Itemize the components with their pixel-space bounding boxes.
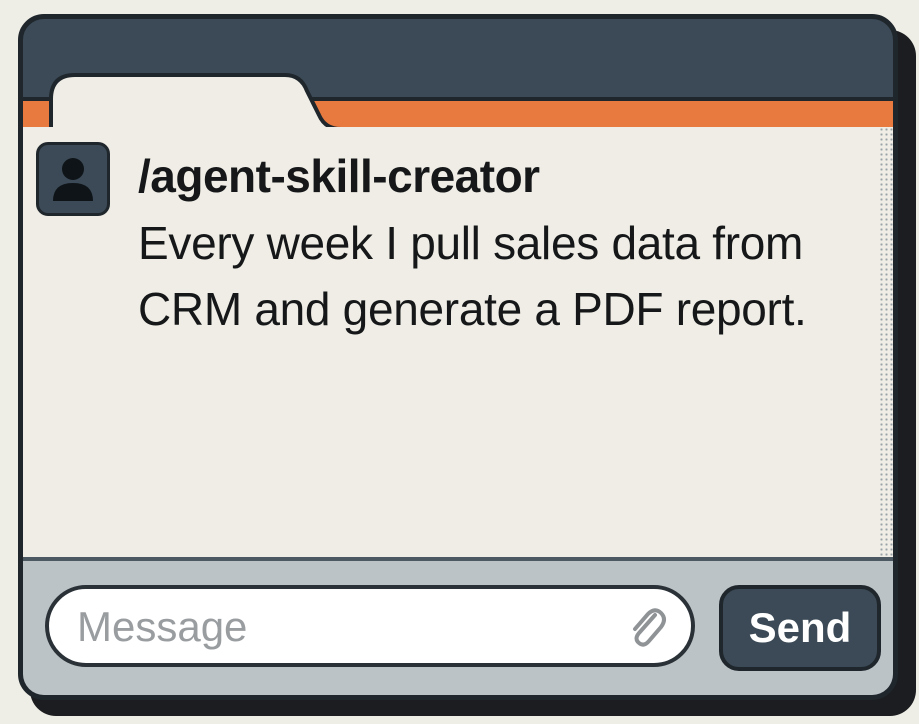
composer-bar: Send	[23, 557, 893, 695]
scrollbar-track[interactable]	[879, 127, 893, 557]
paperclip-icon[interactable]	[621, 601, 673, 653]
user-icon	[53, 158, 93, 201]
message-input-container	[45, 585, 695, 667]
message-input[interactable]	[75, 599, 599, 655]
slash-command: /agent-skill-creator	[138, 150, 540, 202]
stage: Send /agent-skill-creator Every week I p…	[0, 0, 919, 724]
send-button[interactable]: Send	[719, 585, 881, 671]
avatar	[36, 142, 110, 216]
chat-window: Send	[18, 14, 898, 700]
message-text: Every week I pull sales data from CRM an…	[138, 217, 807, 335]
message-bubble: /agent-skill-creator Every week I pull s…	[138, 150, 838, 342]
